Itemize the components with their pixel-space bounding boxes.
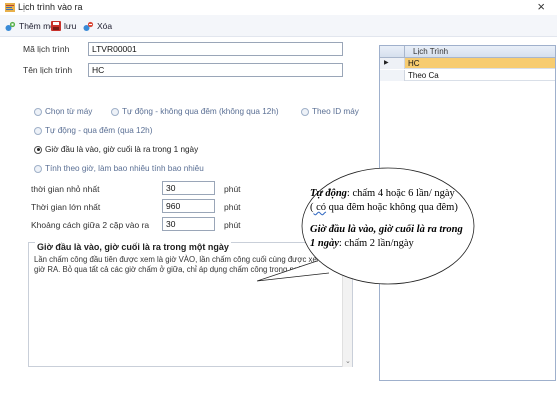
name-label: Tên lịch trình (23, 65, 73, 75)
row-indicator-icon: ▶ (380, 58, 405, 69)
annotation-tail-1: qua đêm hoặc không qua đêm) (326, 202, 458, 213)
min-time-unit: phút (224, 184, 241, 194)
delete-button[interactable]: Xóa (83, 19, 112, 33)
gap-label: Khoảng cách giữa 2 cặp vào ra (31, 220, 150, 230)
annotation-rest-1: : chấm 4 hoặc 6 lần/ ngày (346, 188, 455, 199)
min-time-label: thời gian nhỏ nhất (31, 184, 100, 194)
max-time-field[interactable]: 960 (162, 199, 215, 213)
add-icon (5, 21, 16, 31)
option-auto-overnight-radio[interactable]: Tự động - qua đêm (qua 12h) (34, 126, 152, 135)
option-label: Theo ID máy (312, 107, 359, 116)
option-label: Tính theo giờ, làm bao nhiêu tính bao nh… (45, 164, 204, 173)
option-label: Chọn từ máy (45, 107, 93, 116)
table-row[interactable]: Theo Ca (380, 70, 555, 81)
option-label: Tự động - không qua đêm (không qua 12h) (122, 107, 279, 116)
table-row[interactable]: ▶ HC (380, 58, 555, 69)
name-field[interactable]: HC (88, 63, 343, 77)
annotation-rest-2: : chấm 2 lần/ngày (338, 238, 414, 249)
toolbar: Thêm mới lưu Xóa (0, 15, 557, 37)
option-from-machine-radio[interactable]: Chọn từ máy (34, 107, 92, 116)
radio-icon (34, 145, 42, 154)
add-new-button[interactable]: Thêm mới (5, 19, 58, 33)
option-by-machine-id-radio[interactable]: Theo ID máy (301, 107, 359, 116)
radio-icon (111, 107, 119, 116)
annotation-paragraph-1: Tự động: chấm 4 hoặc 6 lần/ ngày ( có qu… (310, 187, 470, 215)
save-icon (51, 21, 61, 31)
min-time-field[interactable]: 30 (162, 181, 215, 195)
column-header-schedule[interactable]: Lịch Trình (413, 47, 448, 56)
max-time-unit: phút (224, 202, 241, 212)
annotation-text: Tự động: chấm 4 hoặc 6 lần/ ngày ( có qu… (310, 187, 470, 251)
save-label: lưu (64, 21, 77, 31)
annotation-callout: Tự động: chấm 4 hoặc 6 lần/ ngày ( có qu… (257, 165, 476, 305)
chevron-down-icon[interactable]: ⌄ (345, 357, 351, 365)
row-indicator-icon (380, 70, 405, 81)
option-auto-no-overnight-radio[interactable]: Tự động - không qua đêm (không qua 12h) (111, 107, 279, 116)
annotation-underlined: có (313, 202, 327, 213)
option-label: Giờ đầu là vào, giờ cuối là ra trong 1 n… (45, 145, 199, 154)
radio-icon (34, 107, 42, 116)
content-area: Mã lịch trình LTVR00001 Tên lịch trình H… (5, 38, 556, 388)
code-label: Mã lịch trình (23, 44, 70, 54)
radio-icon (301, 107, 309, 116)
close-icon[interactable]: × (537, 0, 545, 14)
delete-label: Xóa (97, 21, 113, 31)
option-first-in-last-out-radio[interactable]: Giờ đầu là vào, giờ cuối là ra trong 1 n… (34, 145, 198, 154)
delete-icon (83, 21, 94, 31)
code-field[interactable]: LTVR00001 (88, 42, 343, 56)
radio-icon (34, 164, 42, 173)
annotation-paragraph-2: Giờ đầu là vào, giờ cuối là ra trong 1 n… (310, 223, 470, 251)
annotation-bold-1: Tự động (310, 188, 347, 199)
window-title: Lịch trình vào ra (18, 2, 83, 12)
option-by-hours-radio[interactable]: Tính theo giờ, làm bao nhiêu tính bao nh… (34, 164, 204, 173)
gap-unit: phút (224, 220, 241, 230)
max-time-label: Thời gian lớn nhất (31, 202, 101, 212)
radio-icon (34, 126, 42, 135)
description-title: Giờ đầu là vào, giờ cuối là ra trong một… (35, 242, 231, 252)
grid-corner (380, 46, 405, 58)
title-bar: Lịch trình vào ra × (0, 0, 557, 15)
save-button[interactable]: lưu (51, 19, 76, 33)
table-cell: HC (408, 59, 420, 68)
grid-header: Lịch Trình (380, 46, 555, 58)
option-label: Tự động - qua đêm (qua 12h) (45, 126, 153, 135)
gap-field[interactable]: 30 (162, 217, 215, 231)
app-icon (5, 3, 15, 12)
table-cell: Theo Ca (408, 71, 439, 80)
